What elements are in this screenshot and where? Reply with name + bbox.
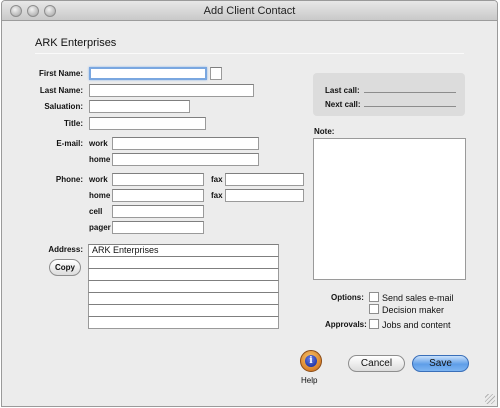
title-field[interactable] bbox=[89, 117, 206, 130]
phone-pager-field[interactable] bbox=[112, 221, 204, 234]
address-label: Address: bbox=[48, 245, 83, 254]
add-client-contact-window: Add Client Contact ARK Enterprises First… bbox=[1, 0, 498, 407]
phone-pager-label: pager bbox=[89, 223, 111, 232]
send-sales-email-checkbox[interactable] bbox=[369, 292, 379, 302]
last-name-field[interactable] bbox=[89, 84, 254, 97]
phone-home-label: home bbox=[89, 191, 111, 200]
window-title: Add Client Contact bbox=[203, 5, 296, 17]
jobs-and-content-label[interactable]: Jobs and content bbox=[382, 320, 451, 330]
client-company-name: ARK Enterprises bbox=[35, 37, 117, 49]
decision-maker-label[interactable]: Decision maker bbox=[382, 305, 444, 315]
save-button[interactable]: Save bbox=[412, 355, 469, 372]
salutation-label: Saluation: bbox=[44, 102, 83, 111]
title-label: Title: bbox=[64, 119, 83, 128]
phone-cell-field[interactable] bbox=[112, 205, 204, 218]
email-work-label: work bbox=[89, 139, 108, 148]
copy-address-button[interactable]: Copy bbox=[49, 259, 81, 276]
help-label[interactable]: Help bbox=[301, 376, 317, 385]
middle-initial-field[interactable] bbox=[210, 67, 222, 80]
address-line-7[interactable] bbox=[88, 316, 279, 329]
header-divider bbox=[35, 53, 464, 54]
last-call-value-line bbox=[364, 92, 456, 93]
send-sales-email-label[interactable]: Send sales e-mail bbox=[382, 293, 454, 303]
salutation-field[interactable] bbox=[89, 100, 190, 113]
note-textarea[interactable] bbox=[313, 138, 466, 280]
phone-home-field[interactable] bbox=[112, 189, 204, 202]
email-label: E-mail: bbox=[56, 139, 83, 148]
phone-work-label: work bbox=[89, 175, 108, 184]
jobs-and-content-checkbox[interactable] bbox=[369, 319, 379, 329]
email-home-label: home bbox=[89, 155, 111, 164]
phone-cell-label: cell bbox=[89, 207, 103, 216]
note-label: Note: bbox=[314, 127, 335, 136]
next-call-label: Next call: bbox=[325, 100, 361, 109]
email-home-field[interactable] bbox=[112, 153, 259, 166]
resize-grip-icon[interactable] bbox=[485, 394, 495, 404]
approvals-label: Approvals: bbox=[325, 320, 367, 329]
help-button[interactable]: i bbox=[300, 350, 322, 372]
fax-home-label: fax bbox=[211, 191, 223, 200]
last-call-label: Last call: bbox=[325, 86, 360, 95]
fax-home-field[interactable] bbox=[225, 189, 304, 202]
email-work-field[interactable] bbox=[112, 137, 259, 150]
call-dates-panel: Last call: Next call: bbox=[313, 73, 465, 116]
info-icon: i bbox=[305, 355, 317, 367]
last-name-label: Last Name: bbox=[39, 86, 83, 95]
fax-work-field[interactable] bbox=[225, 173, 304, 186]
phone-label: Phone: bbox=[55, 175, 83, 184]
phone-work-field[interactable] bbox=[112, 173, 204, 186]
cancel-button[interactable]: Cancel bbox=[348, 355, 405, 372]
first-name-field[interactable] bbox=[89, 67, 207, 80]
first-name-label: First Name: bbox=[38, 69, 83, 78]
title-bar[interactable]: Add Client Contact bbox=[2, 1, 497, 21]
options-label: Options: bbox=[331, 293, 364, 302]
next-call-value-line bbox=[364, 106, 456, 107]
fax-work-label: fax bbox=[211, 175, 223, 184]
decision-maker-checkbox[interactable] bbox=[369, 304, 379, 314]
